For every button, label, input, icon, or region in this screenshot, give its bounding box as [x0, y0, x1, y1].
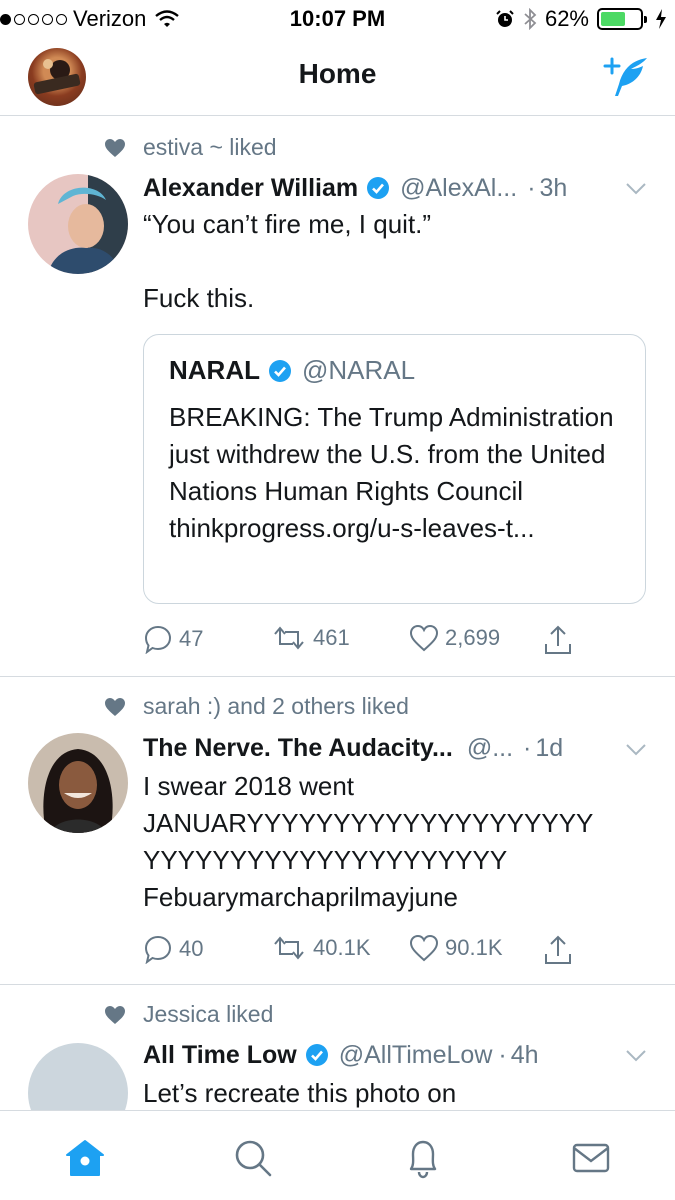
tab-home[interactable]: [60, 1133, 110, 1183]
tweet-time: 1d: [535, 733, 564, 762]
like-count: 2,699: [445, 625, 501, 650]
retweet-button[interactable]: 40.1K: [271, 934, 371, 962]
heart-small-icon: [105, 1006, 125, 1024]
chevron-down-icon[interactable]: [625, 1049, 647, 1063]
tab-bar: [0, 1110, 675, 1200]
retweet-icon: [274, 626, 304, 650]
avatar[interactable]: [28, 174, 128, 274]
retweet-button[interactable]: 461: [271, 624, 350, 652]
compose-tweet-button[interactable]: [603, 54, 651, 103]
avatar[interactable]: [28, 733, 128, 833]
quoted-tweet-text: BREAKING: The Trump Administration just …: [169, 402, 614, 543]
quoted-tweet-header: NARAL @NARAL: [169, 355, 415, 386]
home-icon: [66, 1140, 104, 1176]
social-context-text: Jessica liked: [143, 1001, 274, 1027]
reply-count: 40: [179, 936, 204, 961]
like-button[interactable]: 90.1K: [409, 934, 503, 962]
share-icon: [545, 935, 571, 964]
author-handle: @AllTimeLow: [338, 1040, 493, 1069]
reply-icon: [144, 935, 172, 964]
reply-icon: [144, 625, 172, 654]
author-name[interactable]: All Time Low: [143, 1041, 297, 1070]
chevron-down-icon[interactable]: [625, 743, 647, 757]
author-handle: @...: [466, 733, 514, 762]
battery-percent: 62%: [544, 6, 589, 31]
separator-dot: ·: [527, 173, 536, 202]
tab-messages[interactable]: [566, 1133, 616, 1183]
verified-badge-icon: [268, 359, 292, 383]
tweet-header: Alexander William @AlexAl... · 3h: [143, 170, 647, 206]
tweet-text: I swear 2018 went JANUARYYYYYYYYYYYYYYYY…: [143, 771, 594, 912]
like-count: 90.1K: [445, 935, 503, 960]
reply-count: 47: [179, 626, 204, 651]
tab-notifications[interactable]: [398, 1133, 448, 1183]
retweet-count: 461: [313, 625, 350, 650]
social-context: estiva ~ liked: [0, 132, 675, 164]
share-icon: [545, 625, 571, 654]
heart-icon: [409, 934, 439, 962]
avatar-image: [28, 174, 128, 274]
like-button[interactable]: 2,699: [409, 624, 500, 652]
tweet-time: 4h: [510, 1040, 539, 1069]
compose-feather-icon: [603, 57, 647, 96]
tweet-header: All Time Low @AllTimeLow · 4h: [143, 1037, 647, 1073]
search-icon: [235, 1140, 272, 1177]
verified-badge-icon: [366, 176, 390, 200]
tab-search[interactable]: [228, 1133, 278, 1183]
reply-button[interactable]: 40: [143, 934, 203, 964]
separator-dot: ·: [498, 1040, 507, 1069]
mail-icon: [572, 1143, 610, 1173]
tweet[interactable]: sarah :) and 2 others liked The Nerve. T…: [0, 677, 675, 985]
tweet-text: Let’s recreate this photo on: [143, 1078, 457, 1108]
social-context-text: estiva ~ liked: [143, 134, 277, 160]
quoted-tweet[interactable]: NARAL @NARAL BREAKING: The Trump Adminis…: [143, 334, 646, 604]
retweet-count: 40.1K: [313, 935, 371, 960]
heart-icon: [409, 624, 439, 652]
tweet-text: “You can’t fire me, I quit.” Fuck this.: [143, 209, 432, 313]
social-context: Jessica liked: [0, 999, 675, 1031]
charging-bolt-icon: [656, 9, 666, 29]
avatar-image: [28, 733, 128, 833]
alarm-icon: [496, 10, 514, 27]
page-title: Home: [298, 58, 377, 89]
social-context-text: sarah :) and 2 others liked: [143, 693, 409, 719]
status-bar: Verizon 10:07 PM 62%: [0, 0, 675, 40]
share-button[interactable]: [543, 624, 573, 656]
battery-icon: [597, 8, 647, 30]
retweet-icon: [274, 936, 304, 960]
avatar[interactable]: [28, 1043, 128, 1110]
tweet-header: The Nerve. The Audacity... @... · 1d: [143, 730, 647, 766]
social-context: sarah :) and 2 others liked: [0, 691, 675, 723]
bluetooth-icon: [524, 8, 537, 30]
author-handle: @AlexAl...: [400, 173, 518, 202]
heart-small-icon: [105, 139, 125, 157]
quoted-author-handle: @NARAL: [302, 355, 416, 385]
heart-small-icon: [105, 698, 125, 716]
verified-badge-icon: [305, 1043, 329, 1067]
share-button[interactable]: [543, 934, 573, 966]
tweet[interactable]: Jessica liked All Time Low @AllTimeLow ·…: [0, 985, 675, 1110]
chevron-down-icon[interactable]: [625, 182, 647, 196]
nav-bar: Home: [0, 40, 675, 116]
quoted-author-name: NARAL: [169, 355, 260, 385]
reply-button[interactable]: 47: [143, 624, 203, 654]
author-name[interactable]: The Nerve. The Audacity...: [143, 734, 453, 763]
bell-icon: [409, 1140, 437, 1179]
status-right: 62%: [495, 6, 667, 32]
tweet[interactable]: estiva ~ liked Alexander William @AlexAl…: [0, 116, 675, 677]
separator-dot: ·: [523, 733, 532, 762]
author-name[interactable]: Alexander William: [143, 174, 358, 203]
tweet-time: 3h: [539, 173, 568, 202]
